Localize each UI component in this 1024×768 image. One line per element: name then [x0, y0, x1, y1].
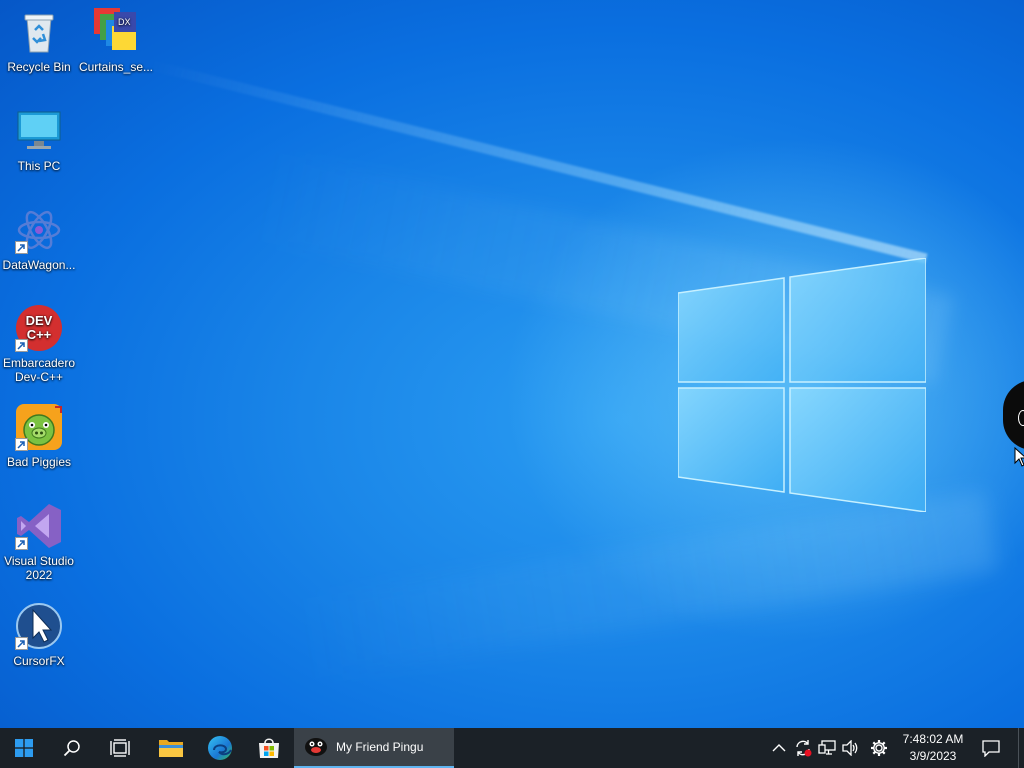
- pingu-character-partial: [1003, 380, 1024, 450]
- datawagon-icon: [15, 206, 63, 254]
- volume-button[interactable]: [840, 728, 862, 768]
- search-icon: [63, 740, 80, 757]
- shortcut-arrow-icon: [15, 637, 28, 650]
- cursorfx-icon: [15, 602, 63, 650]
- devcpp-logo-text: C++: [27, 327, 52, 342]
- chevron-up-icon: [772, 744, 786, 752]
- taskbar-clock[interactable]: 7:48:02 AM 3/9/2023: [896, 728, 970, 768]
- taskbar-app-my-friend-pingu[interactable]: My Friend Pingu: [294, 728, 454, 768]
- task-view-button[interactable]: [96, 728, 144, 768]
- network-icon: [818, 740, 836, 755]
- pingu-eye: [1018, 410, 1024, 426]
- update-tray-button[interactable]: [792, 728, 814, 768]
- settings-gear-icon: [871, 740, 887, 756]
- desktop-icon-label: CursorFX: [13, 654, 65, 668]
- edge-icon: [208, 736, 232, 760]
- desktop-icon-label: Embarcadero Dev-C++: [2, 356, 76, 384]
- shortcut-arrow-icon: [15, 241, 28, 254]
- shortcut-arrow-icon: [15, 537, 28, 550]
- show-desktop-button[interactable]: [1018, 728, 1024, 768]
- wallpaper-light-beam: [293, 490, 998, 680]
- network-button[interactable]: [816, 728, 838, 768]
- shortcut-arrow-icon: [15, 438, 28, 451]
- curtains-logo-text: DX: [118, 17, 131, 27]
- desktop-icon-bad-piggies[interactable]: Bad Piggies: [1, 403, 77, 469]
- action-center-button[interactable]: [976, 728, 1006, 768]
- desktop-icon-visual-studio[interactable]: Visual Studio 2022: [1, 502, 77, 582]
- taskbar-app-label: My Friend Pingu: [336, 740, 424, 754]
- windows-start-icon: [15, 739, 33, 757]
- taskbar: My Friend Pingu 7:48:02 AM 3/9/2023: [0, 728, 1024, 768]
- desktop-icon-datawagon[interactable]: DataWagon...: [1, 206, 77, 272]
- microsoft-store-icon: [259, 738, 279, 758]
- desktop[interactable]: Recycle Bin DX Curtains_se... This PC Da…: [0, 0, 1024, 728]
- desktop-icon-label: Curtains_se...: [78, 60, 154, 74]
- desktop-icon-this-pc[interactable]: This PC: [1, 107, 77, 173]
- curtains-icon: DX: [92, 8, 140, 56]
- mouse-pointer-icon: [1014, 447, 1024, 467]
- notification-icon: [982, 740, 1000, 757]
- desktop-icon-label: Bad Piggies: [6, 455, 72, 469]
- desktop-icon-label: Recycle Bin: [7, 60, 71, 74]
- desktop-icon-label: Visual Studio 2022: [4, 554, 74, 582]
- file-explorer-icon: [159, 740, 183, 757]
- devcpp-icon: DEV C++: [15, 304, 63, 352]
- recycle-bin-icon: [15, 8, 63, 56]
- task-view-icon: [110, 739, 130, 757]
- desktop-icon-devcpp[interactable]: DEV C++ Embarcadero Dev-C++: [1, 304, 77, 384]
- edge-button[interactable]: [196, 728, 244, 768]
- start-button[interactable]: [0, 728, 48, 768]
- pingu-icon: [305, 738, 327, 756]
- clock-time: 7:48:02 AM: [902, 732, 964, 746]
- shortcut-arrow-icon: [15, 339, 28, 352]
- desktop-icon-label: DataWagon...: [2, 258, 76, 272]
- devcpp-logo-text: DEV: [26, 313, 53, 328]
- this-pc-icon: [15, 107, 63, 155]
- volume-icon: [842, 740, 858, 756]
- clock-date: 3/9/2023: [909, 749, 957, 763]
- bad-piggies-icon: [15, 403, 63, 451]
- desktop-icon-curtains[interactable]: DX Curtains_se...: [78, 8, 154, 74]
- desktop-icon-cursorfx[interactable]: CursorFX: [1, 602, 77, 668]
- windows-logo-wallpaper: [678, 258, 926, 512]
- desktop-icon-recycle-bin[interactable]: Recycle Bin: [1, 8, 77, 74]
- update-icon: [796, 740, 812, 757]
- visual-studio-icon: [15, 502, 63, 550]
- file-explorer-button[interactable]: [147, 728, 195, 768]
- microsoft-store-button[interactable]: [245, 728, 293, 768]
- show-hidden-icons-button[interactable]: [768, 728, 790, 768]
- desktop-icon-label: This PC: [17, 159, 61, 173]
- settings-tray-button[interactable]: [866, 728, 892, 768]
- search-button[interactable]: [48, 728, 96, 768]
